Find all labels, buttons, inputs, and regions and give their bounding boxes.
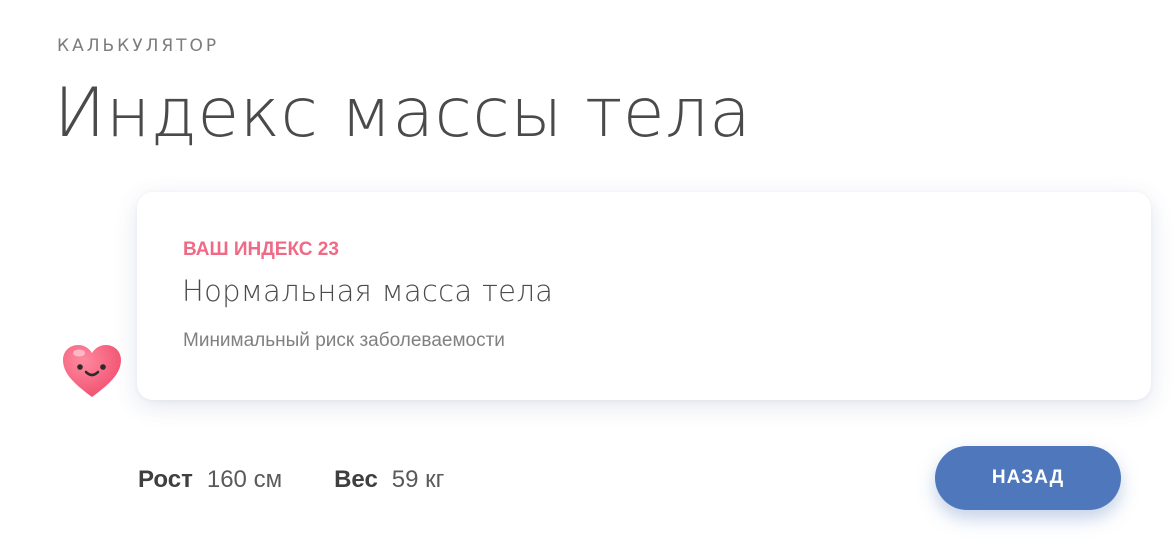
back-button[interactable]: НАЗАД xyxy=(935,446,1121,510)
heart-smile-icon xyxy=(63,345,121,397)
stats-row: Рост 160 см Вес 59 кг xyxy=(138,466,496,494)
height-stat: Рост 160 см xyxy=(138,466,282,494)
page-eyebrow: КАЛЬКУЛЯТОР xyxy=(57,36,220,56)
page-title: Индекс массы тела xyxy=(54,74,752,153)
height-value: 160 см xyxy=(206,466,283,493)
weight-stat: Вес 59 кг xyxy=(334,466,444,494)
bmi-result-page: КАЛЬКУЛЯТОР Индекс массы тела ВАШ ИНДЕКС… xyxy=(0,0,1175,553)
weight-value: 59 кг xyxy=(391,466,445,493)
weight-label: Вес xyxy=(334,466,378,493)
bmi-index-label: ВАШ ИНДЕКС 23 xyxy=(183,239,339,260)
result-title: Нормальная масса тела xyxy=(182,274,554,308)
result-description: Минимальный риск заболеваемости xyxy=(183,330,505,351)
result-card: ВАШ ИНДЕКС 23 Нормальная масса тела Мини… xyxy=(137,192,1151,400)
height-label: Рост xyxy=(138,466,193,493)
